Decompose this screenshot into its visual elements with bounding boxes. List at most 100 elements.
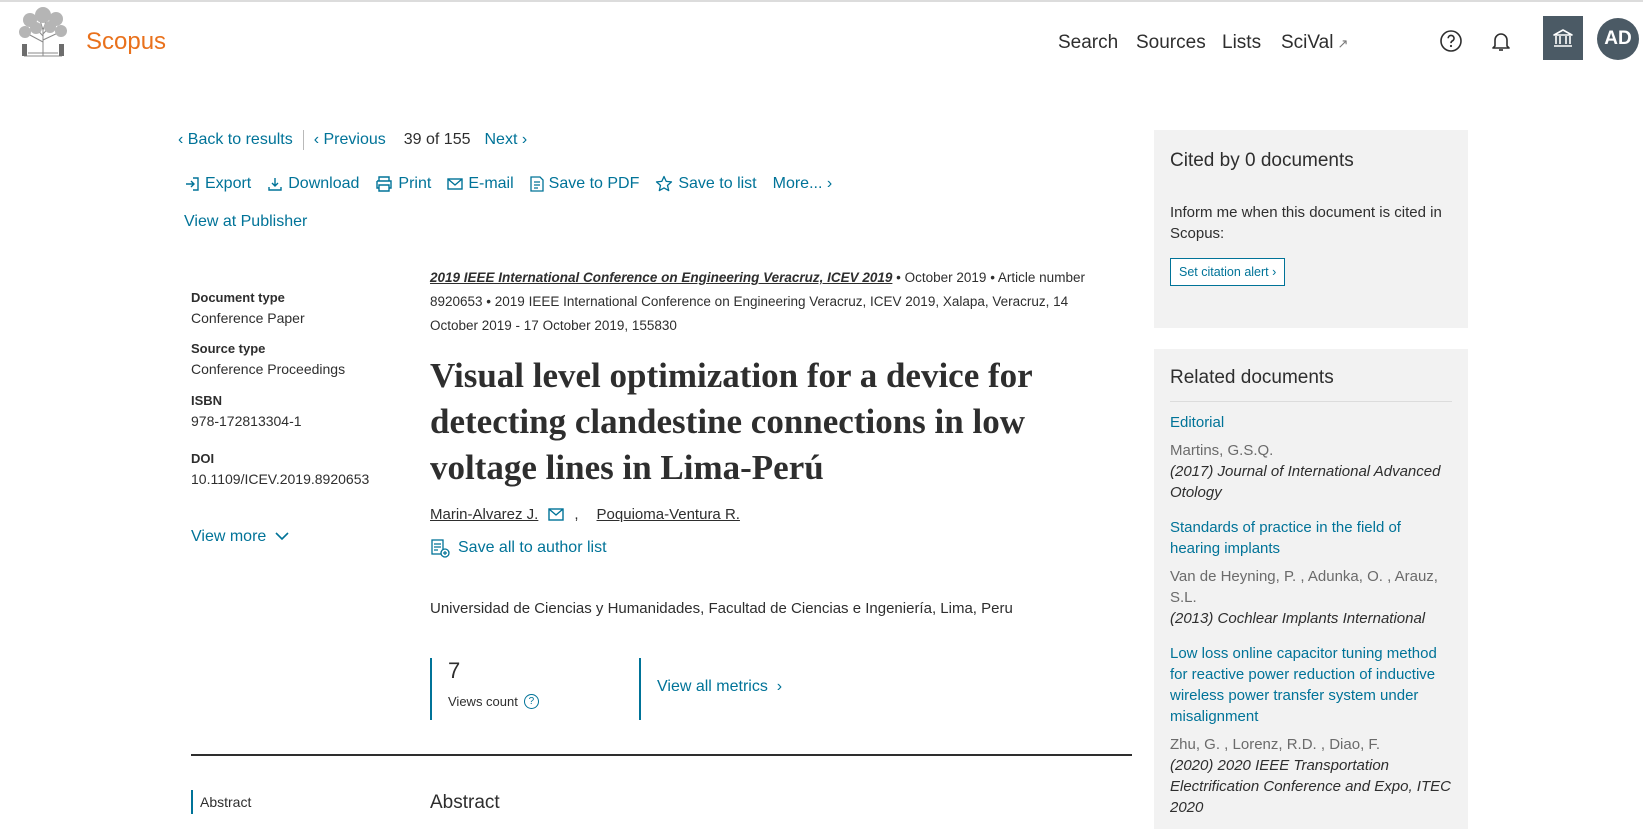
nav-sources[interactable]: Sources: [1136, 32, 1206, 54]
doc-type-label: Document type: [191, 290, 285, 305]
elsevier-tree-logo[interactable]: [16, 6, 70, 58]
export-button[interactable]: Export: [184, 175, 251, 193]
site-header: Scopus Search Sources Lists SciVal ↗ AD: [0, 2, 1643, 80]
download-button[interactable]: Download: [267, 175, 359, 193]
related-item-title[interactable]: Low loss online capacitor tuning method …: [1170, 643, 1452, 727]
cited-by-panel: Cited by 0 documents Inform me when this…: [1154, 130, 1468, 328]
print-label: Print: [398, 175, 432, 192]
save-all-to-author-list-link[interactable]: Save all to author list: [430, 538, 607, 558]
avatar[interactable]: AD: [1597, 18, 1639, 60]
view-more-label: View more: [191, 528, 267, 545]
view-at-publisher-link[interactable]: View at Publisher: [184, 213, 307, 231]
related-item-authors: Zhu, G. , Lorenz, R.D. , Diao, F.: [1170, 736, 1381, 753]
view-more-link[interactable]: View more: [191, 528, 289, 546]
isbn-value: 978-172813304-1: [191, 413, 302, 429]
back-to-results-label: Back to results: [187, 131, 293, 148]
next-link[interactable]: Next ›: [485, 131, 528, 149]
author-list-icon: [431, 539, 450, 558]
nav-lists[interactable]: Lists: [1222, 32, 1261, 54]
save-pdf-label: Save to PDF: [548, 175, 640, 192]
result-position: 39 of 155: [404, 131, 471, 149]
print-icon: [376, 176, 393, 192]
document-actions: Export Download Print E-mail Save to PDF…: [184, 175, 848, 193]
source-type-label: Source type: [191, 341, 266, 356]
related-item: Standards of practice in the field of he…: [1170, 517, 1452, 629]
result-total: 155: [443, 131, 471, 148]
view-all-metrics-label: View all metrics: [657, 678, 768, 695]
result-of: of: [426, 131, 440, 148]
source-title-link[interactable]: 2019 IEEE International Conference on En…: [430, 270, 892, 285]
save-to-list-label: Save to list: [678, 175, 757, 192]
related-item-source: (2013) Cochlear Implants International: [1170, 610, 1426, 627]
print-button[interactable]: Print: [375, 175, 431, 193]
email-button[interactable]: E-mail: [447, 175, 514, 193]
related-item-authors: Martins, G.S.Q.: [1170, 442, 1274, 459]
author-link[interactable]: Poquioma-Ventura R.: [597, 506, 740, 523]
author-list: Marin-Alvarez J. , Poquioma-Ventura R.: [430, 506, 740, 523]
author-link[interactable]: Marin-Alvarez J.: [430, 506, 538, 523]
next-label: Next: [484, 131, 518, 148]
doi-label: DOI: [191, 451, 215, 466]
affiliation: Universidad de Ciencias y Humanidades, F…: [430, 600, 1013, 617]
views-count: 7: [448, 658, 461, 683]
institution-icon[interactable]: [1543, 16, 1583, 60]
cited-by-title: Cited by 0 documents: [1170, 150, 1354, 171]
external-link-icon: ↗: [1337, 36, 1349, 51]
previous-link[interactable]: ‹ Previous: [314, 131, 386, 149]
bell-icon[interactable]: [1486, 26, 1516, 56]
nav-search[interactable]: Search: [1058, 32, 1118, 54]
isbn-label: ISBN: [191, 393, 223, 408]
related-item-authors: Van de Heyning, P. , Adunka, O. , Arauz,…: [1170, 568, 1438, 606]
doi-value: 10.1109/ICEV.2019.8920653: [191, 471, 370, 487]
document-metadata: Document type Conference Paper Source ty…: [191, 290, 401, 487]
email-icon: [447, 178, 464, 190]
export-label: Export: [205, 175, 252, 192]
doc-type-value: Conference Paper: [191, 310, 305, 326]
nav-scival-label: SciVal: [1281, 32, 1334, 53]
scopus-brand[interactable]: Scopus: [86, 28, 166, 56]
related-item-title[interactable]: Editorial: [1170, 412, 1452, 433]
related-documents-title: Related documents: [1170, 367, 1452, 402]
set-citation-alert-label: Set citation alert: [1179, 265, 1269, 279]
views-metric: 7 Views count?: [430, 658, 640, 720]
abstract-nav-item[interactable]: Abstract: [191, 790, 251, 814]
back-to-results-link[interactable]: ‹ Back to results: [178, 131, 293, 149]
related-item-source: (2020) 2020 IEEE Transportation Electrif…: [1170, 757, 1451, 816]
help-icon[interactable]: ?: [523, 694, 539, 709]
download-label: Download: [288, 175, 360, 192]
divider: [302, 130, 304, 150]
author-separator: ,: [574, 506, 579, 523]
cited-by-text: Inform me when this document is cited in…: [1170, 204, 1442, 242]
source-type-value: Conference Proceedings: [191, 361, 346, 377]
views-label-text: Views count: [448, 694, 518, 709]
set-citation-alert-button[interactable]: Set citation alert ›: [1170, 258, 1286, 286]
metrics-link-box: View all metrics ›: [639, 658, 782, 720]
save-pdf-button[interactable]: Save to PDF: [530, 175, 640, 193]
save-to-list-button[interactable]: Save to list: [655, 175, 757, 193]
related-item: Editorial Martins, G.S.Q. (2017) Journal…: [1170, 412, 1452, 503]
view-all-metrics-link[interactable]: View all metrics ›: [657, 678, 782, 695]
email-icon[interactable]: [548, 508, 565, 521]
nav-scival[interactable]: SciVal ↗: [1281, 32, 1348, 54]
download-icon: [268, 178, 282, 191]
save-all-label: Save all to author list: [458, 539, 607, 556]
email-label: E-mail: [468, 175, 514, 192]
source-info: 2019 IEEE International Conference on En…: [430, 266, 1110, 338]
help-icon[interactable]: [1436, 26, 1466, 56]
related-item: Low loss online capacitor tuning method …: [1170, 643, 1452, 818]
related-item-source: (2017) Journal of International Advanced…: [1170, 463, 1441, 501]
more-button[interactable]: More... ›: [773, 175, 833, 193]
related-item-title[interactable]: Standards of practice in the field of he…: [1170, 517, 1452, 559]
previous-label: Previous: [323, 131, 386, 148]
result-index: 39: [403, 131, 422, 148]
document-title: Visual level optimization for a device f…: [430, 356, 1033, 487]
related-documents-panel: Related documents Editorial Martins, G.S…: [1154, 349, 1468, 829]
export-icon: [186, 177, 199, 191]
chevron-down-icon: [275, 532, 289, 541]
section-divider: [191, 754, 1132, 756]
views-label: Views count?: [448, 694, 640, 709]
abstract-heading: Abstract: [430, 792, 500, 813]
results-navigation: ‹ Back to results ‹ Previous 39 of 155 N…: [178, 130, 527, 150]
pdf-icon: [530, 176, 544, 192]
star-icon: [656, 175, 673, 192]
